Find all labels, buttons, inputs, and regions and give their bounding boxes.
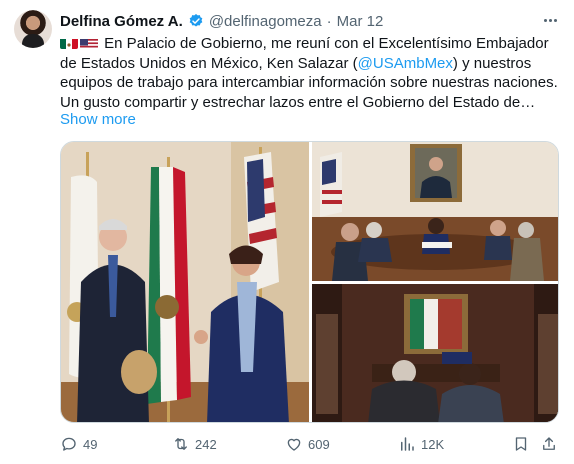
repost-icon (175, 438, 187, 450)
more-options-icon[interactable] (540, 10, 560, 30)
reply-count: 49 (83, 436, 98, 452)
views-icon (401, 437, 414, 451)
author-handle[interactable]: @delfinagomeza (209, 13, 322, 30)
reply-button[interactable]: 49 (60, 434, 97, 454)
tweet-date[interactable]: Mar 12 (337, 13, 384, 30)
tweet-text: En Palacio de Gobierno, me reuní con el … (60, 34, 560, 112)
media-grid (60, 141, 559, 423)
bookmark-icon (515, 437, 527, 451)
show-more-link[interactable]: Show more (60, 111, 136, 128)
mention-link[interactable]: @USAmbMex (358, 55, 453, 72)
reply-icon (62, 437, 76, 451)
share-icon (543, 437, 555, 450)
like-count: 609 (308, 436, 330, 452)
usa-flag-icon (80, 37, 98, 49)
repost-count: 242 (195, 436, 217, 452)
avatar[interactable] (14, 10, 52, 48)
photo-handshake[interactable] (61, 142, 309, 422)
views-button[interactable]: 12K (398, 434, 444, 454)
views-count: 12K (421, 436, 445, 452)
photo-meeting-room[interactable] (312, 284, 558, 422)
author-name[interactable]: Delfina Gómez A. (60, 13, 183, 30)
mexico-flag-icon (60, 37, 78, 49)
tweet-header: Delfina Gómez A. @delfinagomeza · Mar 12 (60, 12, 383, 30)
separator-dot: · (326, 12, 332, 30)
verified-badge-icon (189, 14, 203, 27)
repost-button[interactable]: 242 (172, 434, 217, 454)
photo-meeting-table[interactable] (312, 142, 558, 281)
tweet-text-part3: Un gusto compartir y estrechar lazos ent… (60, 93, 536, 111)
like-icon (287, 438, 301, 451)
share-button[interactable] (540, 434, 558, 454)
action-bar: 49 242 609 12K (60, 434, 559, 454)
bookmark-button[interactable] (512, 434, 530, 454)
like-button[interactable]: 609 (285, 434, 330, 454)
